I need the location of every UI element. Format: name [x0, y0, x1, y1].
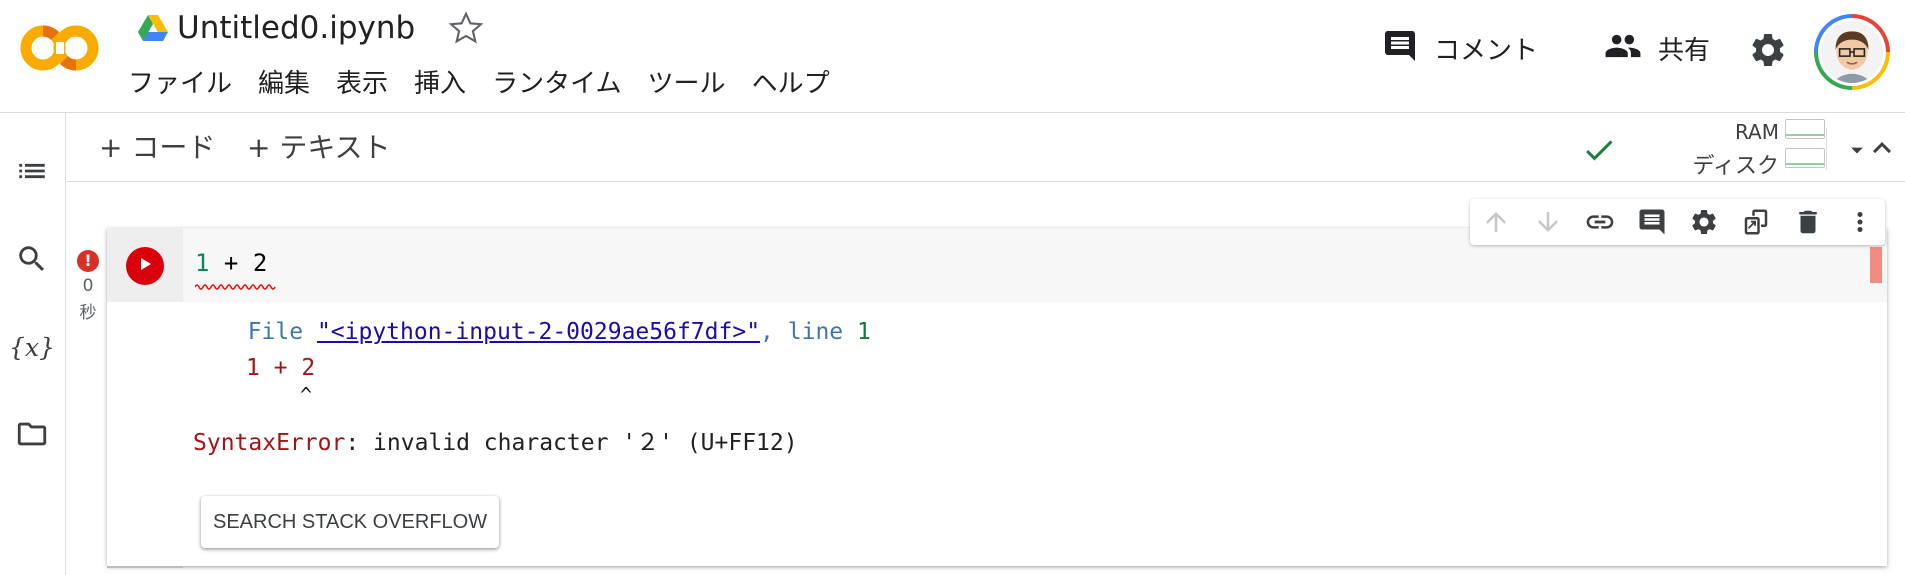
variables-icon[interactable]: {𝑥} — [9, 325, 55, 369]
table-of-contents-icon[interactable] — [10, 149, 54, 193]
mirror-cell-icon[interactable] — [1740, 206, 1772, 238]
traceback-code-line: 1 + 2 — [246, 355, 316, 381]
settings-gear-icon[interactable] — [1748, 30, 1788, 70]
execution-unit: 秒 — [79, 303, 97, 323]
menu-insert[interactable]: 挿入 — [401, 66, 479, 102]
code-token-operator: + — [209, 249, 253, 277]
run-cell-button[interactable] — [126, 247, 164, 285]
add-text-button[interactable]: + テキスト — [247, 126, 391, 166]
menu-bar: ファイル 編集 表示 挿入 ランタイム ツール ヘルプ — [128, 64, 843, 104]
menu-runtime[interactable]: ランタイム — [479, 66, 634, 102]
ram-usage-meter[interactable] — [1785, 119, 1825, 139]
error-name: SyntaxError — [193, 430, 346, 456]
gear-icon[interactable] — [1688, 206, 1720, 238]
arrow-down-icon[interactable] — [1532, 206, 1564, 238]
left-sidebar: {𝑥} — [0, 113, 66, 575]
menu-tools[interactable]: ツール — [635, 66, 739, 102]
traceback-file-line: File "<ipython-input-2-0029ae56f7df>", l… — [220, 319, 871, 345]
traceback-file-link[interactable]: "<ipython-input-2-0029ae56f7df>" — [317, 319, 760, 345]
header: Untitled0.ipynb ファイル 編集 表示 挿入 ランタイム ツール … — [0, 0, 1905, 113]
disk-usage-meter[interactable] — [1785, 148, 1825, 168]
people-icon — [1604, 27, 1642, 69]
notebook-toolbar: + コード + テキスト RAM ディスク — [67, 114, 1905, 182]
ram-usage-fill — [1786, 134, 1824, 136]
connected-check-icon[interactable] — [1581, 132, 1617, 168]
traceback-separator: , — [760, 319, 788, 345]
cell-bottom-border — [107, 566, 183, 568]
error-scroll-marker — [1870, 247, 1882, 283]
traceback-line-number: 1 — [857, 319, 871, 345]
comment-icon[interactable] — [1636, 206, 1668, 238]
traceback-caret: ^ — [300, 383, 313, 407]
error-badge-icon: ! — [77, 250, 99, 272]
ram-label: RAM — [1734, 120, 1779, 144]
add-code-button[interactable]: + コード — [99, 126, 215, 166]
error-message-line: SyntaxError: invalid character '２' (U+FF… — [193, 423, 798, 457]
disk-usage-fill — [1786, 163, 1824, 165]
error-squiggle — [194, 276, 277, 290]
share-label: 共有 — [1658, 35, 1711, 66]
search-stack-overflow-button[interactable]: SEARCH STACK OVERFLOW — [201, 496, 500, 548]
traceback-line-word: line — [787, 319, 857, 345]
error-message: : invalid character '２' (U+FF12) — [345, 430, 798, 456]
disk-label: ディスク — [1692, 154, 1779, 179]
more-vert-icon[interactable] — [1844, 206, 1876, 238]
menu-edit[interactable]: 編集 — [245, 66, 323, 102]
toolbar-divider — [1826, 128, 1827, 170]
arrow-up-icon[interactable] — [1480, 206, 1512, 238]
search-icon[interactable] — [10, 237, 54, 281]
folder-icon[interactable] — [10, 412, 54, 456]
star-icon[interactable] — [448, 10, 484, 46]
code-line[interactable]: 1 + 2 — [195, 249, 267, 277]
chevron-up-icon[interactable] — [1864, 130, 1900, 166]
account-avatar[interactable] — [1814, 14, 1890, 90]
execution-count: 0 — [82, 276, 94, 296]
comment-icon — [1382, 28, 1418, 68]
menu-help[interactable]: ヘルプ — [739, 66, 843, 102]
colab-logo[interactable] — [18, 22, 100, 74]
link-icon[interactable] — [1584, 206, 1616, 238]
comment-label: コメント — [1434, 35, 1539, 66]
share-button[interactable]: 共有 — [1604, 26, 1710, 70]
traceback-file-label: File — [220, 319, 317, 345]
google-drive-icon[interactable] — [138, 14, 168, 42]
code-token-fullwidth-char: 2 — [252, 249, 268, 277]
play-icon — [136, 255, 154, 277]
comment-button[interactable]: コメント — [1382, 26, 1538, 70]
notebook-title[interactable]: Untitled0.ipynb — [177, 6, 415, 50]
menu-view[interactable]: 表示 — [323, 66, 401, 102]
code-token-number: 1 — [195, 249, 210, 277]
delete-icon[interactable] — [1792, 206, 1824, 238]
cell-toolbar — [1470, 199, 1885, 245]
menu-file[interactable]: ファイル — [128, 66, 245, 102]
